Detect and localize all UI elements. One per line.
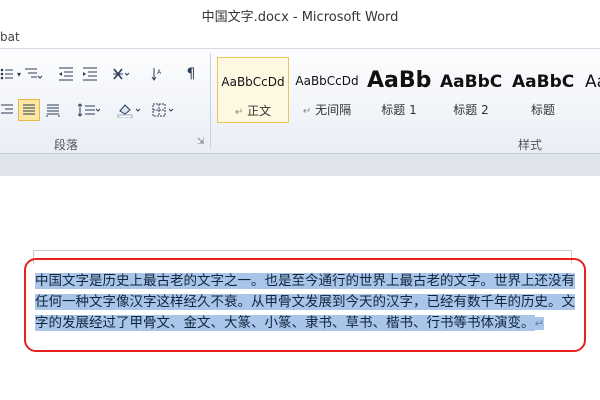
multilevel-list-icon[interactable] — [22, 65, 44, 83]
style-title[interactable]: AaBbC 标题 — [507, 57, 579, 123]
chinese-layout-icon[interactable] — [110, 65, 132, 83]
borders-icon[interactable] — [150, 100, 178, 120]
margin-line-top — [34, 250, 571, 251]
justify-button[interactable] — [18, 99, 40, 121]
group-separator — [210, 53, 211, 149]
ribbon-tab-row: bat — [0, 26, 600, 49]
distributed-align-icon[interactable] — [44, 100, 62, 120]
style-no-spacing[interactable]: AaBbCcDd ↵ 无间隔 — [291, 57, 363, 123]
style-title-name: 标题 — [530, 103, 555, 117]
ruler-gap — [0, 154, 600, 176]
style-heading-1-preview: AaBb — [367, 68, 432, 93]
style-normal-preview: AaBbCcDd — [221, 75, 285, 89]
window-title: 中国文字.docx - Microsoft Word — [201, 10, 399, 25]
style-title-preview: AaBbC — [512, 72, 575, 92]
show-paragraph-marks-icon[interactable]: ¶ — [184, 65, 198, 83]
sort-icon[interactable]: A — [150, 65, 164, 83]
decrease-indent-icon[interactable] — [56, 65, 76, 83]
style-heading-1-name: 标题 1 — [381, 103, 417, 117]
annotation-highlight-box — [24, 258, 586, 352]
paragraph-group-label: 段落 — [54, 138, 79, 152]
bullets-icon[interactable] — [0, 65, 14, 83]
style-heading-1[interactable]: AaBb 标题 1 — [363, 57, 435, 123]
ribbon: ▾ A ¶ 段落 ⇲ AaBbCcDd ↵ 正文 AaBbCcDd ↵ 无间隔 … — [0, 49, 600, 154]
style-subtitle-preview: Aa — [585, 72, 600, 92]
title-bar: 中国文字.docx - Microsoft Word — [0, 0, 600, 26]
increase-indent-icon[interactable] — [80, 65, 100, 83]
styles-group-label: 样式 — [518, 138, 543, 152]
style-no-spacing-preview: AaBbCcDd — [295, 74, 359, 88]
style-heading-2-preview: AaBbC — [440, 72, 503, 92]
style-subtitle-partial[interactable]: Aa — [579, 57, 600, 123]
style-normal-name: ↵ 正文 — [234, 104, 272, 118]
paragraph-mark-icon: ↵ — [234, 107, 244, 118]
shading-icon[interactable] — [114, 100, 144, 120]
align-right-icon[interactable] — [0, 100, 14, 120]
style-no-spacing-name: ↵ 无间隔 — [302, 103, 352, 117]
svg-text:A: A — [157, 69, 162, 76]
paragraph-dialog-launcher-icon[interactable]: ⇲ — [197, 137, 205, 147]
style-normal[interactable]: AaBbCcDd ↵ 正文 — [217, 57, 289, 123]
paragraph-mark-icon: ↵ — [302, 106, 312, 117]
style-heading-2[interactable]: AaBbC 标题 2 — [435, 57, 507, 123]
line-spacing-icon[interactable] — [76, 100, 102, 120]
tab-acrobat-partial[interactable]: bat — [0, 30, 20, 44]
style-heading-2-name: 标题 2 — [453, 103, 489, 117]
